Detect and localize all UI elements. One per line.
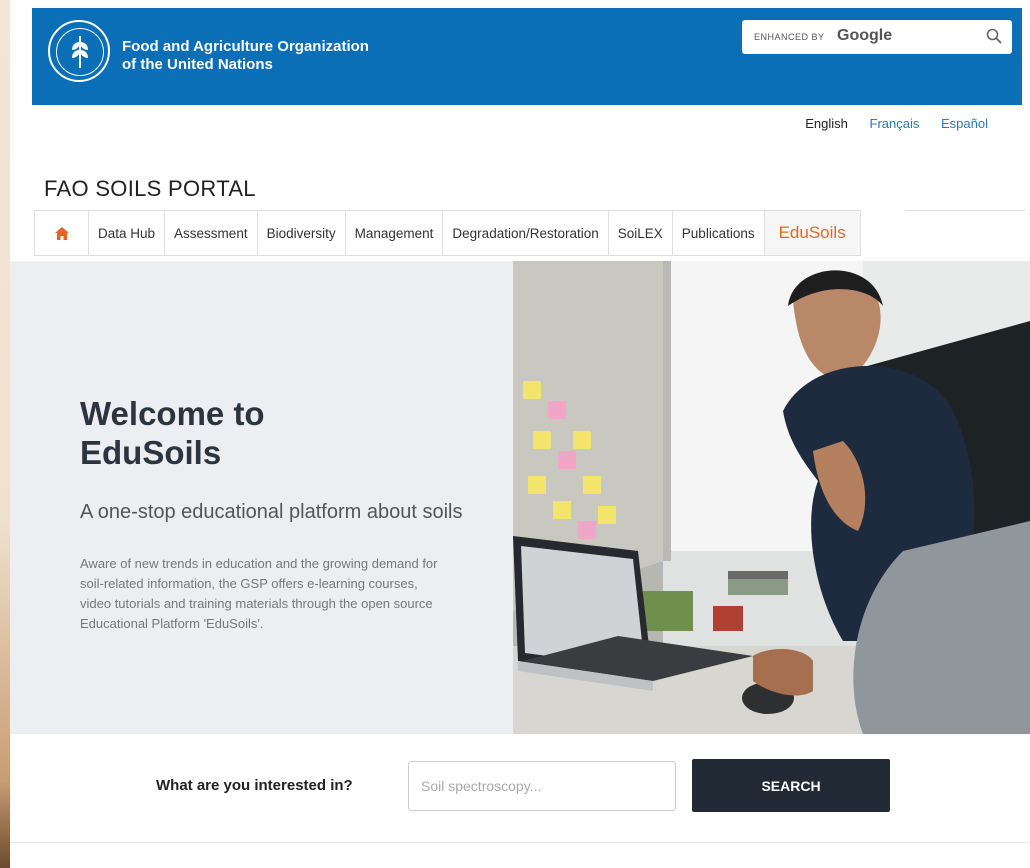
nav-divider bbox=[905, 210, 1025, 211]
hero-panel: Welcome to EduSoils A one-stop education… bbox=[10, 261, 513, 734]
language-switcher: English Français Español bbox=[787, 116, 988, 131]
google-label: Google bbox=[837, 27, 893, 44]
nav-management[interactable]: Management bbox=[344, 211, 443, 255]
nav-biodiversity[interactable]: Biodiversity bbox=[256, 211, 345, 255]
hero-subtitle: A one-stop educational platform about so… bbox=[80, 501, 463, 523]
org-name-line2: of the United Nations bbox=[122, 56, 273, 73]
site-header: Food and Agriculture Organization of the… bbox=[32, 8, 1022, 105]
org-name[interactable]: Food and Agriculture Organization of the… bbox=[122, 38, 369, 74]
nav-data-hub[interactable]: Data Hub bbox=[88, 211, 164, 255]
search-prompt-label: What are you interested in? bbox=[156, 777, 353, 794]
lang-francais[interactable]: Français bbox=[870, 116, 920, 131]
site-search-box[interactable]: ENHANCED BY Google bbox=[742, 20, 1012, 54]
hero-description: Aware of new trends in education and the… bbox=[80, 556, 438, 631]
nav-assessment[interactable]: Assessment bbox=[164, 211, 257, 255]
enhanced-by-label: ENHANCED BY bbox=[754, 32, 825, 42]
nav-edusoils[interactable]: EduSoils bbox=[763, 211, 861, 255]
nav-home[interactable] bbox=[34, 211, 88, 255]
search-icon[interactable] bbox=[986, 28, 1002, 44]
main-nav: Data Hub Assessment Biodiversity Managem… bbox=[34, 210, 861, 256]
nav-degradation-restoration[interactable]: Degradation/Restoration bbox=[442, 211, 607, 255]
students-at-laptop-image bbox=[513, 261, 1030, 734]
org-name-line1: Food and Agriculture Organization bbox=[122, 38, 369, 55]
fao-logo[interactable] bbox=[48, 20, 110, 82]
nav-publications[interactable]: Publications bbox=[671, 211, 764, 255]
wheat-icon bbox=[72, 36, 88, 68]
home-icon bbox=[54, 226, 69, 240]
lang-english[interactable]: English bbox=[805, 116, 848, 131]
background-edge bbox=[0, 0, 10, 868]
hero-photo bbox=[513, 261, 1030, 734]
topic-search-input[interactable] bbox=[408, 761, 676, 811]
lang-espanol[interactable]: Español bbox=[941, 116, 988, 131]
portal-title[interactable]: FAO SOILS PORTAL bbox=[44, 176, 256, 202]
section-divider bbox=[10, 842, 1030, 843]
nav-soilex[interactable]: SoiLEX bbox=[607, 211, 672, 255]
hero-title: Welcome to EduSoils bbox=[80, 395, 265, 471]
search-button[interactable]: SEARCH bbox=[692, 759, 890, 812]
page: Food and Agriculture Organization of the… bbox=[10, 0, 1030, 868]
